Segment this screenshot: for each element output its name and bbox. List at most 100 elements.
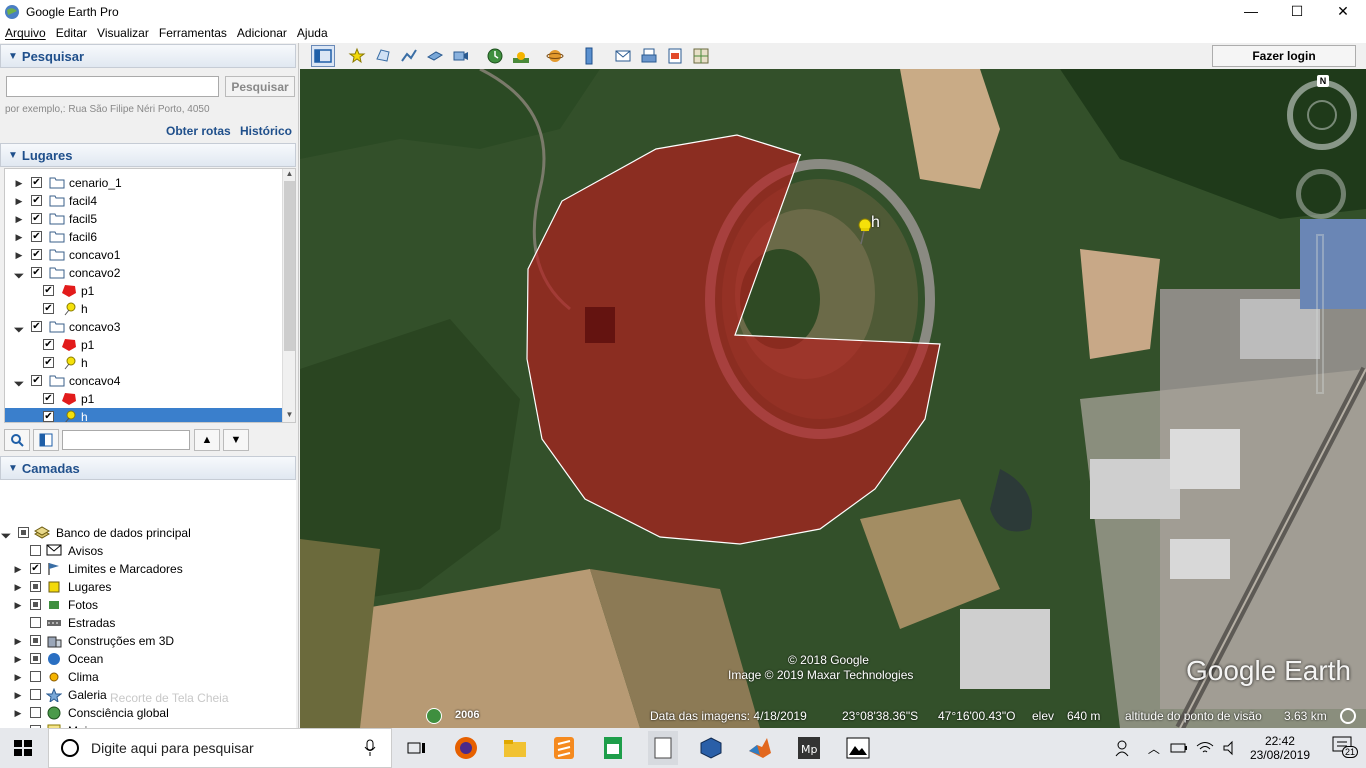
history-link[interactable]: Histórico	[240, 124, 292, 138]
move-up-button[interactable]: ▲	[194, 429, 220, 451]
spreadsheet-icon[interactable]	[599, 734, 627, 762]
add-image-overlay-icon[interactable]	[423, 45, 447, 67]
layer-checkbox[interactable]	[30, 617, 41, 628]
places-item[interactable]: ✔ p1	[5, 390, 285, 408]
places-item[interactable]: ✔ h	[5, 300, 285, 318]
ruler-icon[interactable]	[577, 45, 601, 67]
virtualbox-icon[interactable]	[697, 734, 725, 762]
layer-item[interactable]: ▶ Ocean	[0, 650, 280, 668]
save-image-icon[interactable]	[663, 45, 687, 67]
places-item[interactable]: ▶ ✔ concavo1	[5, 246, 285, 264]
layer-item[interactable]: Avisos	[0, 542, 280, 560]
layer-checkbox[interactable]	[30, 689, 41, 700]
firefox-icon[interactable]	[452, 734, 480, 762]
clock[interactable]: 22:42 23/08/2019	[1250, 734, 1310, 762]
places-scrollbar[interactable]: ▲ ▼	[282, 169, 295, 422]
toggle-panel-button[interactable]	[33, 429, 59, 451]
places-item[interactable]: ◢ ✔ concavo2	[5, 264, 285, 282]
map-view[interactable]: h N © 2018 Google Image © 2019 Maxar Tec…	[300, 69, 1366, 728]
sunlight-icon[interactable]	[509, 45, 533, 67]
layer-item[interactable]: ▶ Fotos	[0, 596, 280, 614]
search-places-button[interactable]	[4, 429, 30, 451]
scroll-thumb[interactable]	[284, 181, 295, 351]
expand-arrow-icon[interactable]: ▶	[15, 178, 23, 189]
placemark-h[interactable]: h	[853, 214, 893, 248]
layer-checkbox[interactable]	[30, 653, 41, 664]
notification-center-icon[interactable]: 21	[1332, 735, 1359, 761]
layer-item[interactable]: ▶ Consciência global	[0, 704, 280, 722]
places-item[interactable]: ▶ ✔ facil5	[5, 210, 285, 228]
visibility-checkbox[interactable]: ✔	[31, 375, 42, 386]
get-directions-link[interactable]: Obter rotas	[166, 124, 231, 138]
expand-arrow-icon[interactable]: ▶	[14, 600, 22, 611]
maximize-button[interactable]: ☐	[1274, 0, 1320, 22]
collapse-arrow-icon[interactable]: ◢	[0, 526, 13, 539]
places-item[interactable]: ▶ ✔ cenario_1	[5, 174, 285, 192]
tray-chevron-icon[interactable]: ︿	[1148, 740, 1160, 757]
navigation-control[interactable]: N	[1284, 75, 1360, 155]
visibility-checkbox[interactable]: ✔	[31, 177, 42, 188]
search-panel-header[interactable]: ▼ Pesquisar	[0, 44, 296, 68]
expand-arrow-icon[interactable]: ▶	[14, 636, 22, 647]
menu-ferramentas[interactable]: Ferramentas	[154, 26, 232, 40]
wifi-icon[interactable]	[1196, 740, 1214, 756]
expand-arrow-icon[interactable]: ▶	[14, 708, 22, 719]
layer-checkbox[interactable]	[18, 527, 29, 538]
places-item[interactable]: ◢ ✔ concavo3	[5, 318, 285, 336]
menu-adicionar[interactable]: Adicionar	[232, 26, 292, 40]
microphone-icon[interactable]	[363, 739, 377, 757]
layer-checkbox[interactable]	[30, 707, 41, 718]
collapse-arrow-icon[interactable]: ◢	[12, 320, 25, 333]
historical-imagery-icon[interactable]	[483, 45, 507, 67]
visibility-checkbox[interactable]: ✔	[43, 357, 54, 368]
sublime-text-icon[interactable]	[550, 734, 578, 762]
layer-checkbox[interactable]	[30, 635, 41, 646]
expand-arrow-icon[interactable]: ▶	[14, 672, 22, 683]
add-placemark-icon[interactable]	[345, 45, 369, 67]
matlab-icon[interactable]	[746, 734, 774, 762]
switch-planet-icon[interactable]	[543, 45, 567, 67]
expand-arrow-icon[interactable]: ▶	[14, 654, 22, 665]
document-icon[interactable]	[648, 731, 678, 765]
close-button[interactable]: ✕	[1320, 0, 1366, 22]
places-item[interactable]: ◢ ✔ concavo4	[5, 372, 285, 390]
visibility-checkbox[interactable]: ✔	[43, 393, 54, 404]
expand-arrow-icon[interactable]: ▶	[14, 582, 22, 593]
task-view-icon[interactable]	[403, 734, 431, 762]
move-down-button[interactable]: ▼	[223, 429, 249, 451]
visibility-checkbox[interactable]: ✔	[31, 321, 42, 332]
windows-start-icon[interactable]	[14, 740, 32, 756]
layer-item[interactable]: ▶ Clima	[0, 668, 280, 686]
layer-item[interactable]: ◢ Banco de dados principal	[0, 524, 280, 542]
visibility-checkbox[interactable]: ✔	[31, 267, 42, 278]
collapse-arrow-icon[interactable]: ◢	[12, 374, 25, 387]
layer-checkbox[interactable]	[30, 671, 41, 682]
expand-arrow-icon[interactable]: ▶	[14, 564, 22, 575]
layer-checkbox[interactable]: ✔	[30, 563, 41, 574]
print-icon[interactable]	[637, 45, 661, 67]
expand-arrow-icon[interactable]: ▶	[15, 250, 23, 261]
layer-item[interactable]: ▶ ✔ Limites e Marcadores	[0, 560, 280, 578]
visibility-checkbox[interactable]: ✔	[43, 303, 54, 314]
expand-arrow-icon[interactable]: ▶	[15, 232, 23, 243]
places-item[interactable]: ▶ ✔ facil4	[5, 192, 285, 210]
layer-item[interactable]: Estradas	[0, 614, 280, 632]
record-tour-icon[interactable]	[449, 45, 473, 67]
zoom-slider[interactable]	[1316, 234, 1324, 394]
expand-arrow-icon[interactable]: ▶	[15, 214, 23, 225]
expand-arrow-icon[interactable]: ▶	[14, 690, 22, 701]
taskbar-search-box[interactable]: Digite aqui para pesquisar	[48, 728, 392, 768]
people-icon[interactable]	[1114, 738, 1134, 758]
view-in-maps-icon[interactable]	[689, 45, 713, 67]
scroll-down-arrow-icon[interactable]: ▼	[283, 410, 295, 422]
photos-app-icon[interactable]	[844, 734, 872, 762]
layer-checkbox[interactable]	[30, 581, 41, 592]
menu-editar[interactable]: Editar	[51, 26, 92, 40]
minimize-button[interactable]: —	[1228, 0, 1274, 22]
layer-checkbox[interactable]	[30, 599, 41, 610]
historical-clock-icon[interactable]	[426, 708, 442, 724]
scroll-up-arrow-icon[interactable]: ▲	[283, 169, 295, 181]
places-item[interactable]: ✔ h	[5, 354, 285, 372]
look-joystick[interactable]	[1296, 169, 1346, 219]
menu-visualizar[interactable]: Visualizar	[92, 26, 154, 40]
